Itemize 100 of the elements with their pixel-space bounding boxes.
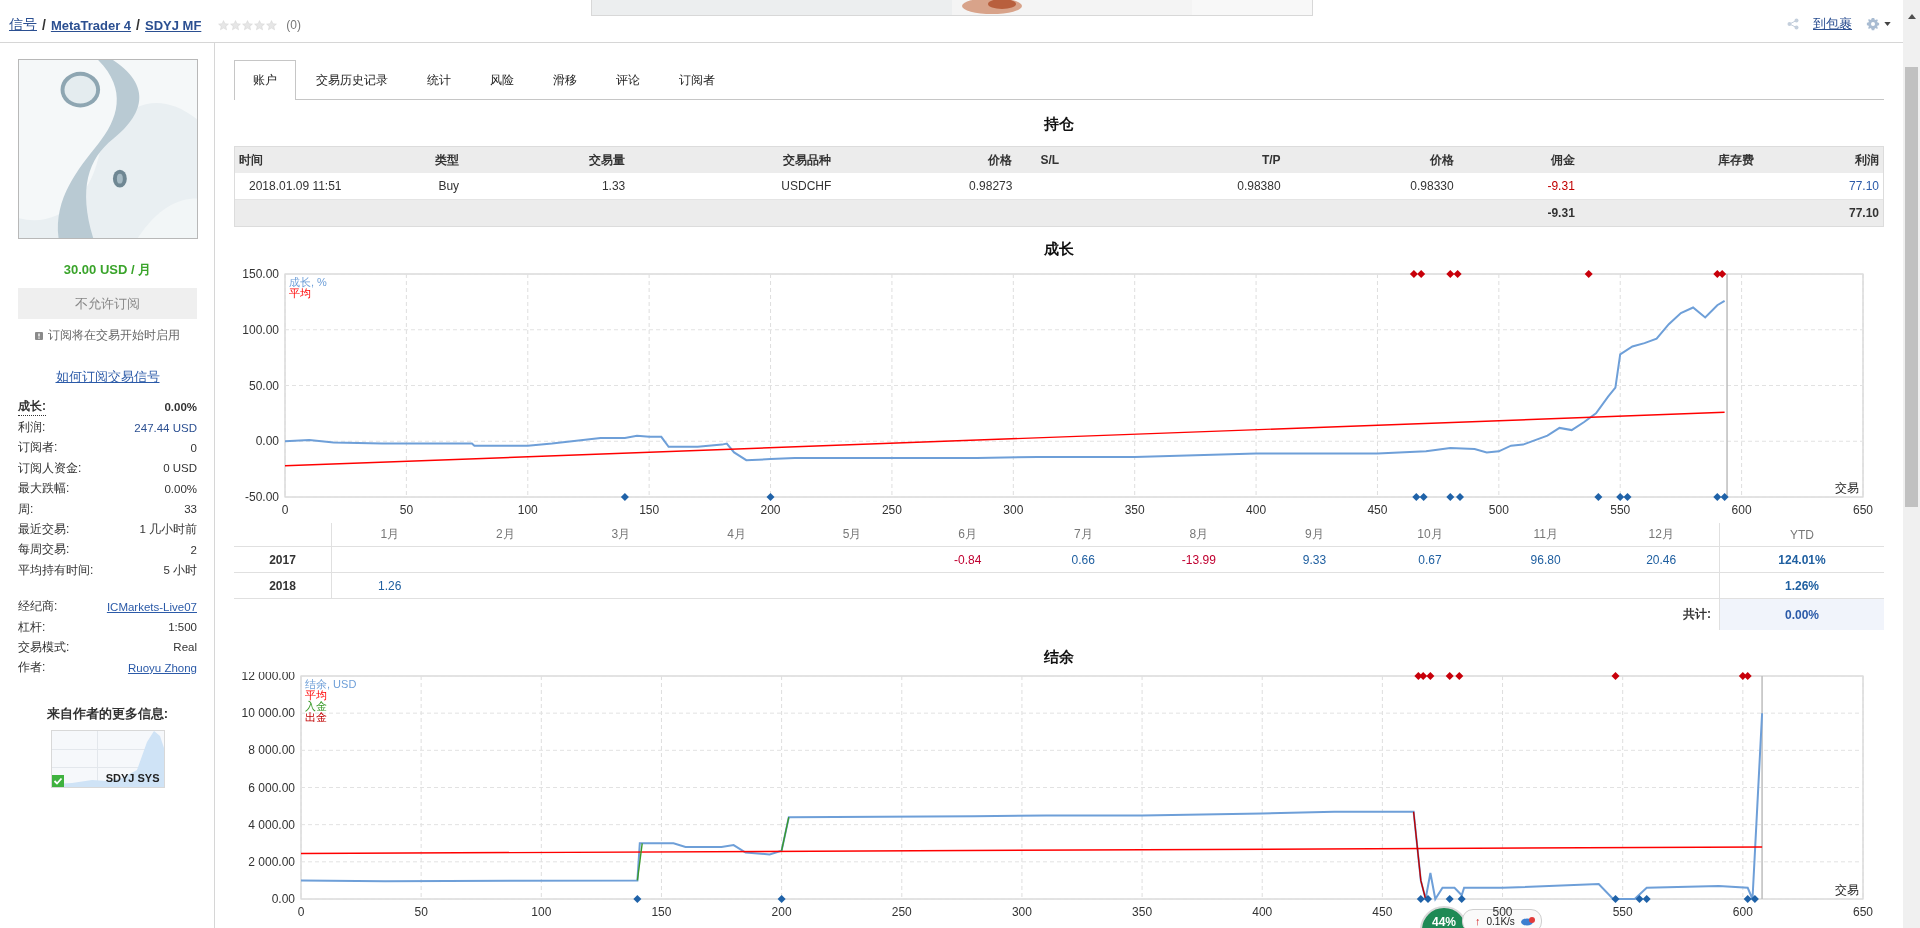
legend-label: 平均: [305, 689, 327, 701]
stat-label: 订阅人资金:: [18, 459, 82, 477]
stat-value: 0: [190, 441, 197, 454]
column-header: 佣金: [1549, 151, 1576, 169]
x-tick-label: 0: [281, 503, 289, 517]
table-cell: 1.26%: [1785, 578, 1819, 593]
x-tick-label: 350: [1124, 503, 1145, 517]
stat-label: 成长:: [18, 398, 46, 417]
y-tick-label: 8 000.00: [248, 743, 295, 758]
y-tick-label: 0.00: [255, 434, 279, 449]
subscription-price: 30.00 USD / 月: [62, 261, 153, 279]
upload-arrow: ↑: [1475, 915, 1481, 927]
stat-value: 247.44 USD: [134, 421, 197, 434]
stat-value: 2: [190, 543, 197, 556]
stat-value: 5 小时: [163, 562, 197, 578]
column-header: 价格: [1428, 151, 1455, 169]
table-cell: 1.33: [601, 179, 626, 193]
x-tick-label: 650: [1853, 905, 1873, 919]
signal-name[interactable]: SDYJ SYS: [105, 772, 160, 785]
share-icon[interactable]: [1787, 18, 1799, 30]
tab[interactable]: 交易历史记录: [297, 60, 407, 99]
total-label: 共计:: [1682, 606, 1712, 623]
month-header: 12月: [1647, 526, 1675, 543]
stat-label: 利润:: [18, 419, 46, 437]
detail-label: 经纪商:: [18, 598, 58, 616]
help-link[interactable]: 如何订阅交易信号: [55, 368, 160, 386]
column-header: 价格: [987, 151, 1014, 169]
x-tick-label: 200: [771, 905, 792, 919]
x-tick-label: 150: [639, 503, 660, 517]
x-tick-label: 300: [1003, 503, 1024, 517]
x-tick-label: 150: [651, 905, 672, 919]
note-text: 订阅将在交易开始时启用: [48, 327, 180, 344]
tab[interactable]: 统计: [408, 60, 470, 99]
detail-link[interactable]: ICMarkets-Live07: [106, 600, 197, 613]
table-cell: 124.01%: [1778, 552, 1826, 567]
column-header: 时间: [238, 151, 264, 169]
detail-link[interactable]: Ruoyu Zhong: [127, 661, 197, 674]
scrollbar-thumb[interactable]: [1905, 67, 1918, 507]
month-header: 5月: [841, 526, 863, 543]
month-header: 8月: [1188, 526, 1210, 543]
x-tick-label: 50: [414, 905, 428, 919]
stat-label: 平均持有时间:: [18, 561, 94, 579]
legend-label: 结余, USD: [305, 678, 357, 690]
section-title: 持仓: [1043, 114, 1075, 134]
column-header: 库存费: [1716, 151, 1755, 169]
stat-value: 33: [184, 503, 197, 516]
tab[interactable]: 订阅者: [660, 60, 734, 99]
tab[interactable]: 账户: [234, 60, 296, 100]
table-cell: 0.67: [1418, 552, 1442, 567]
y-tick-label: 12 000.00: [241, 672, 295, 683]
chart-title: 结余: [1043, 647, 1075, 667]
month-header: 11月: [1532, 526, 1559, 543]
x-tick-label: 200: [760, 503, 781, 517]
package-link[interactable]: 到包裹: [1813, 15, 1852, 33]
stat-label: 最大跌幅:: [18, 480, 70, 498]
month-header: 2月: [495, 526, 516, 543]
table-cell: -9.31: [1547, 179, 1575, 193]
caret-icon[interactable]: [1884, 22, 1891, 26]
chart-title: 成长: [1043, 239, 1075, 259]
x-tick-label: 600: [1731, 503, 1752, 517]
column-header: T/P: [1260, 153, 1282, 167]
y-tick-label: 50.00: [248, 378, 279, 393]
breadcrumb-link[interactable]: 信号: [9, 16, 37, 34]
stat-label: 周:: [18, 500, 34, 518]
breadcrumb-separator: /: [136, 17, 140, 33]
y-tick-label: -50.00: [244, 490, 279, 504]
legend-label: 成长, %: [289, 276, 327, 288]
y-tick-label: 10 000.00: [241, 706, 295, 721]
x-tick-label: 650: [1853, 503, 1873, 517]
detail-value: 1:500: [168, 621, 197, 634]
x-tick-label: 450: [1367, 503, 1388, 517]
stat-label: 订阅者:: [18, 439, 58, 457]
column-header: 类型: [434, 151, 461, 169]
month-header: 1月: [379, 526, 401, 543]
breadcrumb-link[interactable]: SDYJ MF: [145, 17, 202, 33]
month-header: YTD: [1719, 523, 1884, 546]
x-tick-label: 600: [1732, 905, 1753, 919]
column-header: 交易量: [588, 151, 627, 169]
tab[interactable]: 风险: [471, 60, 533, 99]
month-header: 3月: [610, 526, 632, 543]
stat-value: 0 USD: [163, 462, 197, 475]
total-cell: 77.10: [1848, 206, 1879, 220]
legend-label: 出金: [305, 711, 327, 723]
x-tick-label: 400: [1252, 905, 1273, 919]
axis-title: 交易: [1835, 883, 1859, 897]
y-tick-label: 4 000.00: [248, 817, 295, 832]
scrollbar[interactable]: [1903, 0, 1920, 928]
x-tick-label: 100: [517, 503, 538, 517]
tab[interactable]: 滑移: [534, 60, 596, 99]
x-tick-label: 350: [1132, 905, 1153, 919]
tab[interactable]: 评论: [597, 60, 659, 99]
table-cell: -0.84: [954, 552, 982, 567]
breadcrumb-link[interactable]: MetaTrader 4: [50, 17, 132, 33]
x-tick-label: 300: [1011, 905, 1032, 919]
x-tick-label: 550: [1610, 503, 1631, 517]
info-icon: [35, 331, 43, 340]
scroll-up-icon[interactable]: [1907, 14, 1916, 19]
y-tick-label: 0.00: [271, 892, 295, 906]
column-header: 利润: [1854, 151, 1880, 169]
table-cell: 1.26: [378, 578, 402, 593]
